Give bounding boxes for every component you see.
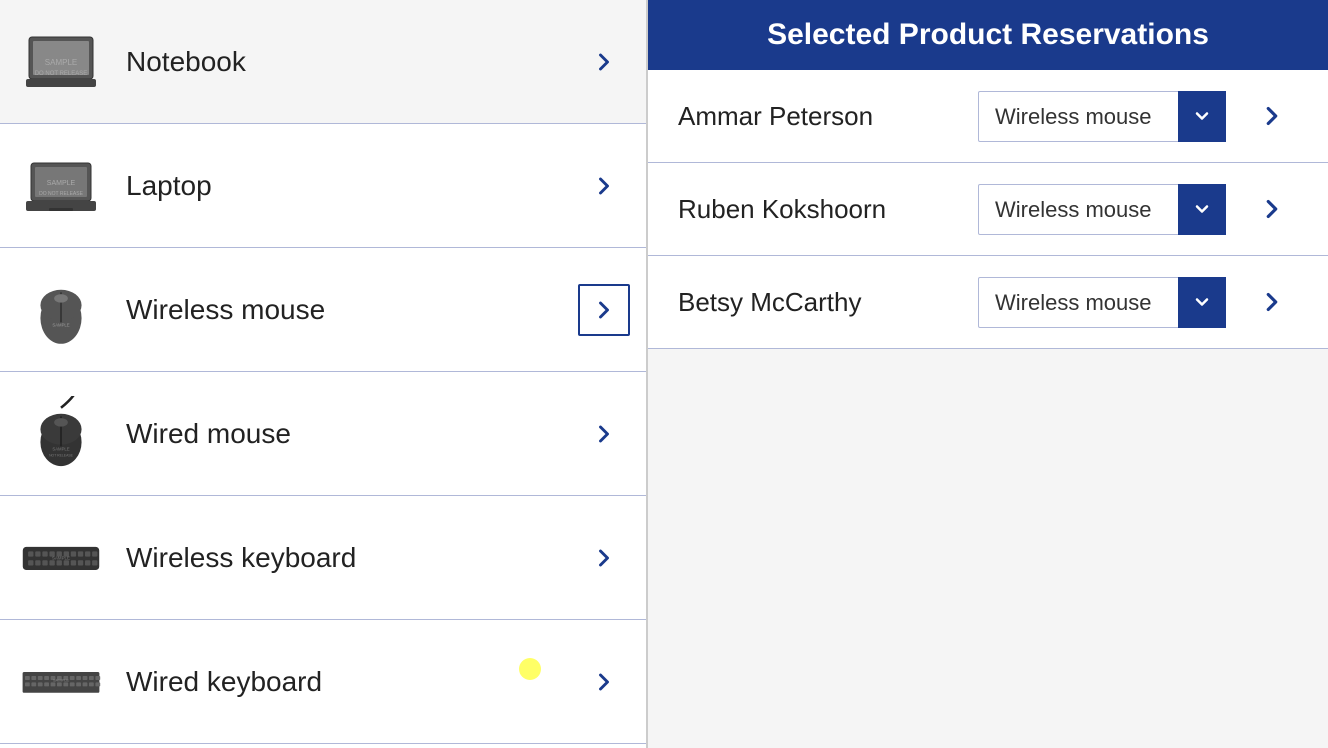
wkeyboard-icon: SAMPLE bbox=[16, 513, 106, 603]
reservation-select-betsy[interactable]: NotebookLaptopWireless mouseWired mouseW… bbox=[978, 277, 1226, 328]
chevron-button-wireless-mouse[interactable] bbox=[578, 284, 630, 336]
reservation-name-ammar: Ammar Peterson bbox=[678, 101, 958, 132]
svg-text:NOT RELEASE: NOT RELEASE bbox=[49, 454, 74, 458]
svg-text:SAMPLE: SAMPLE bbox=[45, 58, 77, 67]
laptop-icon: SAMPLE DO NOT RELEASE bbox=[16, 141, 106, 231]
reservation-select-wrapper-ruben: NotebookLaptopWireless mouseWired mouseW… bbox=[978, 184, 1226, 235]
notebook-icon: SAMPLE DO NOT RELEASE bbox=[16, 17, 106, 107]
product-item-wired-mouse[interactable]: SAMPLE NOT RELEASE Wired mouse bbox=[0, 372, 646, 496]
reservation-chevron-ammar[interactable] bbox=[1246, 90, 1298, 142]
wdkeyboard-icon: SAMPLE bbox=[16, 637, 106, 727]
reservation-chevron-ruben[interactable] bbox=[1246, 183, 1298, 235]
product-item-notebook[interactable]: SAMPLE DO NOT RELEASE Notebook bbox=[0, 0, 646, 124]
product-label-notebook: Notebook bbox=[106, 46, 578, 78]
reservation-name-ruben: Ruben Kokshoorn bbox=[678, 194, 958, 225]
product-item-wireless-mouse[interactable]: SAMPLE Wireless mouse bbox=[0, 248, 646, 372]
product-label-wired-keyboard: Wired keyboard bbox=[106, 666, 578, 698]
product-label-laptop: Laptop bbox=[106, 170, 578, 202]
reservation-row-betsy: Betsy McCarthy NotebookLaptopWireless mo… bbox=[648, 256, 1328, 349]
svg-text:SAMPLE: SAMPLE bbox=[53, 677, 70, 682]
reservation-row-ammar: Ammar Peterson NotebookLaptopWireless mo… bbox=[648, 70, 1328, 163]
svg-text:SAMPLE: SAMPLE bbox=[52, 555, 70, 560]
product-item-wired-keyboard[interactable]: SAMPLE Wired keyboard bbox=[0, 620, 646, 744]
reservation-select-ruben[interactable]: NotebookLaptopWireless mouseWired mouseW… bbox=[978, 184, 1226, 235]
product-item-wireless-keyboard[interactable]: SAMPLE Wireless keyboard bbox=[0, 496, 646, 620]
svg-text:SAMPLE: SAMPLE bbox=[52, 447, 69, 452]
reservation-list: Ammar Peterson NotebookLaptopWireless mo… bbox=[648, 70, 1328, 748]
svg-text:SAMPLE: SAMPLE bbox=[52, 323, 69, 328]
chevron-button-laptop[interactable] bbox=[578, 160, 630, 212]
svg-text:SAMPLE: SAMPLE bbox=[47, 180, 76, 187]
reservation-row-ruben: Ruben Kokshoorn NotebookLaptopWireless m… bbox=[648, 163, 1328, 256]
reservation-chevron-betsy[interactable] bbox=[1246, 276, 1298, 328]
product-label-wired-mouse: Wired mouse bbox=[106, 418, 578, 450]
reservation-select-wrapper-betsy: NotebookLaptopWireless mouseWired mouseW… bbox=[978, 277, 1226, 328]
product-label-wireless-mouse: Wireless mouse bbox=[106, 294, 578, 326]
panel-title: Selected Product Reservations bbox=[648, 0, 1328, 70]
product-label-wireless-keyboard: Wireless keyboard bbox=[106, 542, 578, 574]
product-list: SAMPLE DO NOT RELEASE Notebook SAMPLE DO… bbox=[0, 0, 648, 748]
reservation-select-wrapper-ammar: NotebookLaptopWireless mouseWired mouseW… bbox=[978, 91, 1226, 142]
wmouse-icon: SAMPLE bbox=[16, 265, 106, 355]
svg-text:DO NOT RELEASE: DO NOT RELEASE bbox=[39, 191, 83, 197]
chevron-button-wired-keyboard[interactable] bbox=[578, 656, 630, 708]
reservation-select-ammar[interactable]: NotebookLaptopWireless mouseWired mouseW… bbox=[978, 91, 1226, 142]
reservations-panel: Selected Product Reservations Ammar Pete… bbox=[648, 0, 1328, 748]
svg-text:DO NOT RELEASE: DO NOT RELEASE bbox=[35, 71, 88, 77]
chevron-button-wireless-keyboard[interactable] bbox=[578, 532, 630, 584]
chevron-button-notebook[interactable] bbox=[578, 36, 630, 88]
product-item-laptop[interactable]: SAMPLE DO NOT RELEASE Laptop bbox=[0, 124, 646, 248]
reservation-name-betsy: Betsy McCarthy bbox=[678, 287, 958, 318]
wdmouse-icon: SAMPLE NOT RELEASE bbox=[16, 389, 106, 479]
chevron-button-wired-mouse[interactable] bbox=[578, 408, 630, 460]
